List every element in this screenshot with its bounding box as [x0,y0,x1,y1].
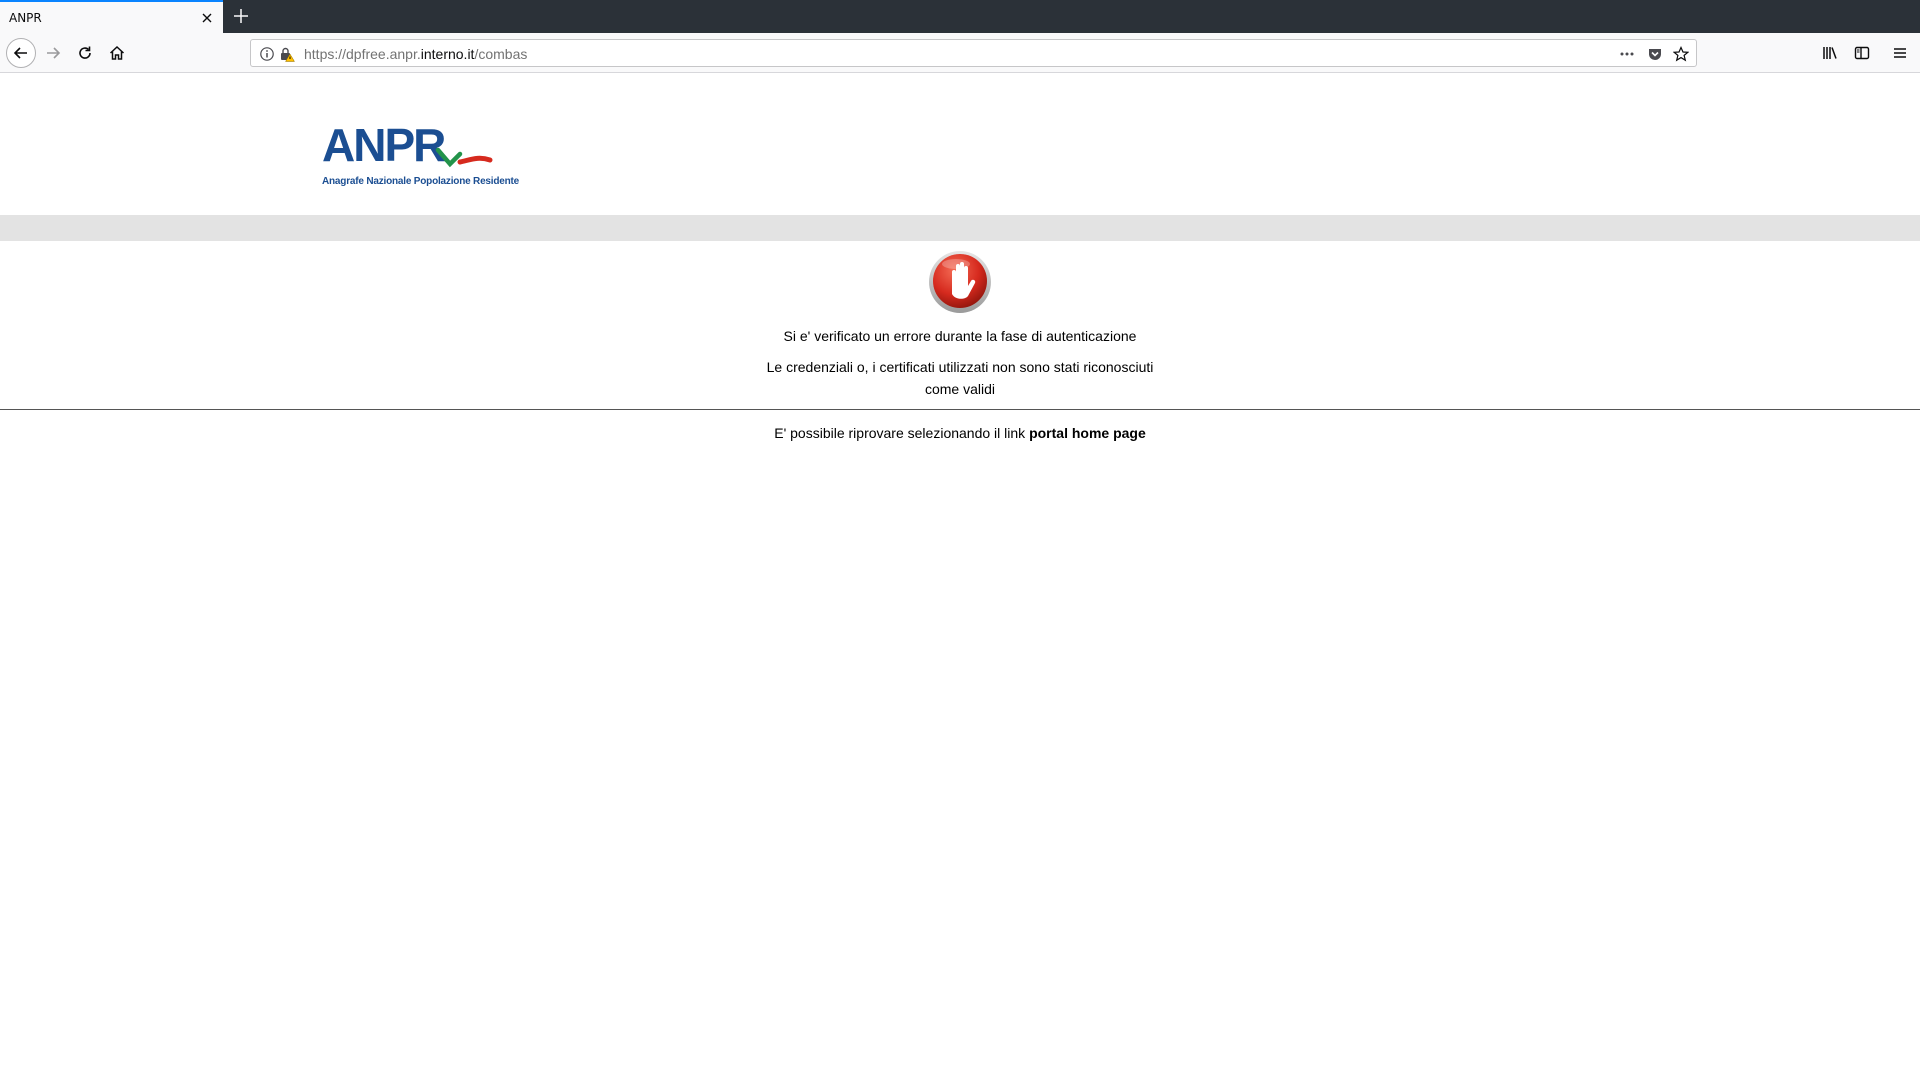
navigation-toolbar: https://dpfree.anpr.interno.it/combas [0,33,1920,73]
menu-icon [1894,48,1906,58]
home-button[interactable] [103,39,131,67]
sidebar-icon [1854,46,1870,60]
logo-wordmark: ANPR [322,119,446,171]
menu-button[interactable] [1886,39,1914,67]
page-content: ANPR Anagrafe Nazionale Popolazione Resi… [0,74,1920,1080]
forward-arrow-icon [47,47,61,59]
lock-warning-icon[interactable] [279,46,295,62]
pocket-icon[interactable] [1647,46,1663,62]
close-icon[interactable] [198,9,216,27]
anpr-logo: ANPR Anagrafe Nazionale Popolazione Resi… [320,118,520,194]
error-detail-line2: come validi [924,381,996,397]
url-suffix: /combas [474,46,528,62]
star-icon[interactable] [1673,46,1689,62]
back-button[interactable] [6,38,36,68]
url-prefix: https://dpfree.anpr. [304,46,421,62]
library-icon [1823,47,1837,59]
url-host: interno.it [420,46,475,62]
error-title: Si e' verificato un errore durante la fa… [783,328,1137,344]
header-gray-band [0,215,1920,241]
back-arrow-icon [13,47,27,59]
info-icon[interactable] [259,46,275,62]
reload-icon [79,46,91,59]
home-icon [109,45,125,60]
retry-text: E' possibile riprovare selezionando il l… [774,425,1030,441]
library-button[interactable] [1816,39,1844,67]
retry-message: E' possibile riprovare selezionando il l… [0,422,1920,444]
divider [0,409,1920,410]
sidebar-button[interactable] [1848,39,1876,67]
logo-flag-swoosh-icon [435,147,493,168]
error-detail: Le credenziali o, i certificati utilizza… [0,356,1920,400]
url-bar[interactable]: https://dpfree.anpr.interno.it/combas [250,39,1697,67]
reload-button[interactable] [71,39,99,67]
active-tab[interactable]: ANPR [0,0,223,33]
stop-hand-icon [929,251,991,313]
logo-subtitle: Anagrafe Nazionale Popolazione Residente [322,176,520,187]
url-text: https://dpfree.anpr.interno.it/combas [304,46,527,62]
portal-home-page-link[interactable]: portal home page [1029,425,1146,441]
tab-title: ANPR [9,11,42,25]
error-detail-line1: Le credenziali o, i certificati utilizza… [766,359,1154,375]
plus-icon[interactable] [231,6,251,26]
more-icon[interactable] [1619,46,1635,62]
tab-strip: ANPR [0,0,1920,33]
forward-button[interactable] [39,39,67,67]
